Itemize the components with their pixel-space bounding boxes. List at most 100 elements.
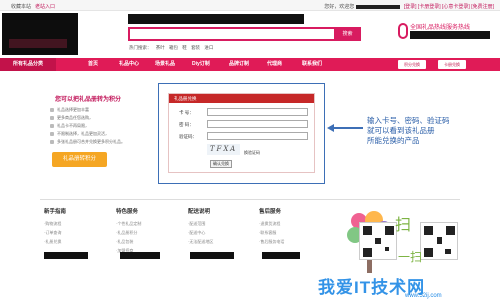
list-item: 多张礼品册可合并兑换更多积分礼品。 <box>50 138 125 146</box>
hot-word[interactable]: 茶叶 <box>156 45 165 50</box>
footer-heading: 特色服务 <box>116 209 139 215</box>
footer-link[interactable]: ·售后服务电话 <box>259 237 315 246</box>
captcha-label: 验证码： <box>179 134 197 139</box>
convert-to-points-button[interactable]: 礼品册转积分 <box>52 152 107 167</box>
list-item: 礼品卡不再局限， <box>50 122 125 130</box>
promo-bullet: 礼品卡不再局限， <box>57 123 89 128</box>
footer-link[interactable]: ·购物流程 <box>44 219 100 228</box>
promo-list: 礼品选择更加丰富 更多商品任您选购， 礼品卡不再局限， 不限制选择，礼品更加灵活… <box>50 106 125 146</box>
login-link[interactable]: [登录] <box>404 4 417 10</box>
masked-hotline-number <box>410 31 490 39</box>
scan-text-2: 一扫 <box>398 250 423 264</box>
promo-heading: 您可以把礼品册转为积分 <box>55 97 122 103</box>
footer-col-guide: 新手指南 ·购物流程 ·订单查询 ·礼册兑换 <box>44 207 100 246</box>
footer-link[interactable]: ·个性礼品定制 <box>116 219 172 228</box>
confirm-exchange-button[interactable]: 确认兑换 <box>210 160 232 168</box>
bullet-icon <box>50 115 54 120</box>
user-links: 您好，欢迎您 [登录] [卡册登录] [心意卡登录] [免费注册] <box>324 3 494 10</box>
footer-link[interactable]: ·配送范围 <box>188 219 244 228</box>
footer-link[interactable]: ·退换货流程 <box>259 219 315 228</box>
welcome-text: 您好，欢迎您 <box>324 4 355 10</box>
hotline: 全国礼品热线服务热线 <box>398 21 496 43</box>
card-number-label: 卡 号： <box>179 110 194 115</box>
masked-footer-text <box>262 252 300 259</box>
card-register-link[interactable]: [卡册登录] <box>418 4 441 10</box>
bullet-icon <box>50 139 54 144</box>
captcha-image[interactable]: TFXA <box>207 144 240 155</box>
footer-heading: 新手指南 <box>44 209 67 215</box>
footer-link[interactable]: ·礼册兑换 <box>44 237 100 246</box>
footer-col-aftersales: 售后服务 ·退换货流程 ·联系客服 ·售后服务电话 <box>259 207 315 246</box>
panel-title: 礼品册兑换 <box>169 94 314 103</box>
nav-diy[interactable]: Diy订制 <box>192 58 210 71</box>
list-item: 礼品选择更加丰富 <box>50 106 125 114</box>
watermark-url: www.52ij.com <box>405 293 442 299</box>
note-line: 所能兑换的产品 <box>367 136 420 145</box>
refresh-captcha-link[interactable]: 换验证码 <box>244 150 260 156</box>
footer-col-services: 特色服务 ·个性礼品定制 ·礼品册积分 ·礼品包装 ·加盟招商 <box>116 207 172 255</box>
password-input[interactable] <box>207 120 308 128</box>
footer-link[interactable]: ·无法配送地区 <box>188 237 244 246</box>
note-line: 输入卡号、密码、验证码 <box>367 116 450 125</box>
old-site-link[interactable]: 老站入口 <box>35 4 55 10</box>
exchange-form: 礼品册兑换 卡 号： 密 码： 验证码： TFXA 换验证码 确认兑换 <box>168 93 315 173</box>
footer-link[interactable]: ·联系客服 <box>259 228 315 237</box>
search-input[interactable] <box>128 27 338 41</box>
scan-text: 扫 <box>395 215 412 234</box>
masked-footer-text <box>44 252 88 259</box>
favorite-label[interactable]: 收藏本站 <box>11 4 31 10</box>
masked-username <box>356 4 401 9</box>
footer-divider <box>40 199 460 200</box>
masked-header-text <box>128 14 304 24</box>
footer-link[interactable]: ·订单查询 <box>44 228 100 237</box>
points-exchange-button[interactable]: 积分兑换 <box>398 60 426 69</box>
promo-bullet: 更多商品任您选购， <box>57 115 93 120</box>
main-nav: 所有礼品分类 首页 礼品中心 场景礼品 Diy订制 品牌订制 代理商 联系我们 … <box>0 58 500 71</box>
arrow-shaft <box>331 127 363 129</box>
nav-gift-center[interactable]: 礼品中心 <box>119 58 139 71</box>
bullet-icon <box>50 131 54 136</box>
nav-home[interactable]: 首页 <box>88 58 98 71</box>
card-number-input[interactable] <box>207 108 308 116</box>
favorite-link[interactable]: 收藏本站 老站入口 <box>11 3 55 10</box>
footer-link[interactable]: ·配送中心 <box>188 228 244 237</box>
footer-col-delivery: 配送说明 ·配送范围 ·配送中心 ·无法配送地区 <box>188 207 244 246</box>
promo-bullet: 礼品选择更加丰富 <box>57 107 89 112</box>
masked-footer-text <box>120 252 160 259</box>
list-item: 不限制选择，礼品更加灵活， <box>50 130 125 138</box>
free-register-link[interactable]: [免费注册] <box>471 4 494 10</box>
captcha-input[interactable] <box>207 132 308 140</box>
top-bar: 收藏本站 老站入口 您好，欢迎您 [登录] [卡册登录] [心意卡登录] [免费注… <box>0 0 500 11</box>
promo-bullet: 不限制选择，礼品更加灵活， <box>57 131 109 136</box>
hot-searches: 热门搜索： 茶叶 箱包 鞋 套装 进口 <box>129 45 216 51</box>
footer-heading: 售后服务 <box>259 209 282 215</box>
search-button[interactable]: 搜索 <box>334 27 361 41</box>
password-label: 密 码： <box>179 122 194 127</box>
card-exchange-button[interactable]: 卡册兑换 <box>438 60 466 69</box>
nav-agents[interactable]: 代理商 <box>267 58 282 71</box>
footer-heading: 配送说明 <box>188 209 211 215</box>
note-line: 就可以看到该礼品册 <box>367 126 435 135</box>
hotline-title: 全国礼品热线服务热线 <box>410 25 471 31</box>
nav-scene-gifts[interactable]: 场景礼品 <box>155 58 175 71</box>
hot-word[interactable]: 鞋 <box>182 45 187 50</box>
nav-brand[interactable]: 品牌订制 <box>229 58 249 71</box>
hot-word[interactable]: 进口 <box>204 45 213 50</box>
list-item: 更多商品任您选购， <box>50 114 125 122</box>
qr-code-image <box>359 222 397 260</box>
bullet-icon <box>50 107 54 112</box>
card-login-link[interactable]: [心意卡登录] <box>442 4 470 10</box>
hot-word[interactable]: 套装 <box>191 45 200 50</box>
exchange-panel: 礼品册兑换 卡 号： 密 码： 验证码： TFXA 换验证码 确认兑换 <box>158 83 325 184</box>
phone-icon <box>398 23 408 39</box>
all-categories[interactable]: 所有礼品分类 <box>0 58 56 71</box>
site-logo[interactable] <box>2 13 78 55</box>
logo-shade <box>9 39 67 48</box>
bullet-icon <box>50 123 54 128</box>
promo-bullet: 多张礼品册可合并兑换更多积分礼品。 <box>57 139 125 144</box>
footer-link[interactable]: ·礼品包装 <box>116 237 172 246</box>
hot-word[interactable]: 箱包 <box>169 45 178 50</box>
nav-contact[interactable]: 联系我们 <box>302 58 322 71</box>
hot-search-label: 热门搜索： <box>129 45 152 50</box>
footer-link[interactable]: ·礼品册积分 <box>116 228 172 237</box>
